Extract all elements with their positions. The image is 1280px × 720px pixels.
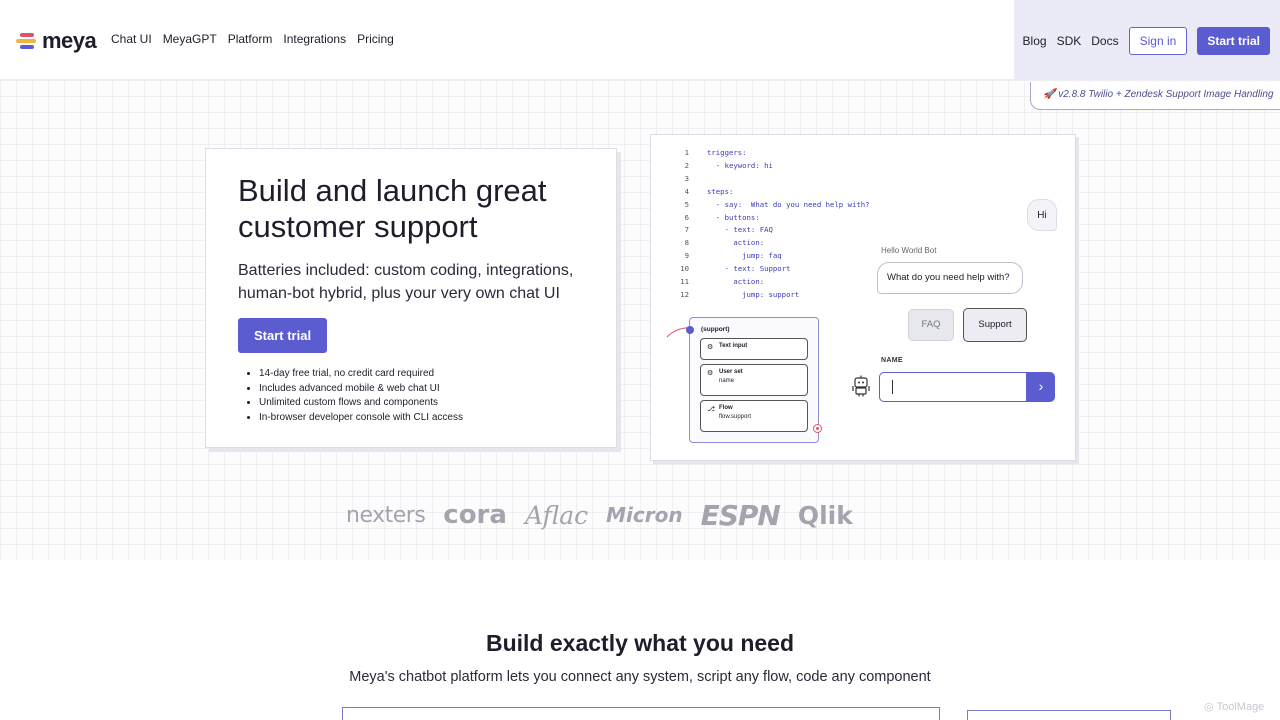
line-number: 6 xyxy=(684,212,689,222)
code-text: - buttons: xyxy=(707,212,760,222)
logo-qlik: Qlik xyxy=(797,500,853,530)
nav-start-trial-button[interactable]: Start trial xyxy=(1197,27,1270,55)
code-line: 9 jump: faq xyxy=(669,250,870,263)
flow-step-user-set[interactable]: ⚙ User set name xyxy=(700,364,808,396)
line-number: 7 xyxy=(684,225,689,235)
line-number: 10 xyxy=(680,264,689,274)
code-text: steps: xyxy=(707,186,734,196)
feature-panel-right xyxy=(967,710,1171,720)
nav-link-meyagpt[interactable]: MeyaGPT xyxy=(163,32,217,46)
hero-start-trial-button[interactable]: Start trial xyxy=(238,318,328,353)
watermark-icon: ◎ xyxy=(1204,701,1214,713)
code-line: 11 action: xyxy=(669,276,870,289)
code-line: 10 - text: Support xyxy=(669,263,870,276)
nav-link-sdk[interactable]: SDK xyxy=(1057,34,1082,48)
logo-cora: cora xyxy=(443,500,507,530)
nav-link-platform[interactable]: Platform xyxy=(228,32,273,46)
nav-link-chat-ui[interactable]: Chat UI xyxy=(111,32,152,46)
feature-item: 14-day free trial, no credit card requir… xyxy=(259,367,463,382)
name-input[interactable] xyxy=(879,372,1027,402)
robot-icon xyxy=(852,375,870,397)
brand-logo[interactable]: meya xyxy=(16,28,97,54)
logo-nexters: nexters xyxy=(346,502,426,528)
code-text: jump: faq xyxy=(707,251,782,261)
watermark: ◎ ToolMage xyxy=(1204,700,1265,714)
section-subtitle: Meya's chatbot platform lets you connect… xyxy=(349,669,931,685)
bot-name: Hello World Bot xyxy=(881,246,937,255)
code-editor: 1 triggers: 2 - keyword: hi 3 4 steps: 5 - say… xyxy=(669,147,870,302)
primary-nav: Chat UI MeyaGPT Platform Integrations Pr… xyxy=(111,32,394,46)
demo-card: 1 triggers: 2 - keyword: hi 3 4 steps: 5 - say… xyxy=(650,134,1076,461)
line-number: 11 xyxy=(680,277,689,287)
code-text: - keyword: hi xyxy=(707,160,773,170)
nav-link-docs[interactable]: Docs xyxy=(1091,34,1118,48)
hero-feature-list: 14-day free trial, no credit card requir… xyxy=(259,367,463,426)
flow-diagram: (support) ⚙ Text input ⚙ User set name ⎇… xyxy=(689,317,819,443)
feature-item: In-browser developer console with CLI ac… xyxy=(259,411,463,426)
feature-item: Unlimited custom flows and components xyxy=(259,396,463,411)
bot-message-bubble: What do you need help with? xyxy=(877,262,1023,294)
line-number: 1 xyxy=(684,148,689,157)
code-line: 1 triggers: xyxy=(669,147,870,160)
code-line: 7 - text: FAQ xyxy=(669,224,870,237)
line-number: 9 xyxy=(684,251,689,261)
hero-grid-background xyxy=(0,80,1280,560)
flow-icon: ⎇ xyxy=(707,406,716,413)
line-number: 3 xyxy=(684,173,689,183)
nav-link-integrations[interactable]: Integrations xyxy=(283,32,346,46)
input-label: NAME xyxy=(881,357,903,364)
code-text: action: xyxy=(707,277,765,287)
user-message-bubble: Hi xyxy=(1027,199,1057,231)
hero-subtitle: Batteries included: custom coding, integ… xyxy=(238,262,574,302)
code-line: 2 - keyword: hi xyxy=(669,160,870,173)
top-nav: meya Chat UI MeyaGPT Platform Integratio… xyxy=(0,0,1280,80)
brand-name: meya xyxy=(42,28,97,53)
flow-title: (support) xyxy=(701,326,730,333)
nav-link-pricing[interactable]: Pricing xyxy=(357,32,394,46)
text-caret xyxy=(892,380,893,394)
text-input-icon: ⚙ xyxy=(707,344,714,351)
code-text: - text: FAQ xyxy=(707,225,773,235)
logo-aflac: Aflac xyxy=(524,500,589,530)
line-number: 2 xyxy=(684,160,689,170)
feature-panel-left xyxy=(342,707,940,720)
code-line: 4 steps: xyxy=(669,186,870,199)
flow-output-port[interactable] xyxy=(813,424,822,433)
line-number: 8 xyxy=(684,238,689,248)
section-title: Build exactly what you need xyxy=(485,630,795,656)
hero-card: Build and launch great customer support … xyxy=(205,148,617,448)
code-line: 8 action: xyxy=(669,237,870,250)
code-text: - text: Support xyxy=(707,264,791,274)
code-text: triggers: xyxy=(707,148,747,157)
version-release-badge[interactable]: 🚀 v2.8.8 Twilio + Zendesk Support Image … xyxy=(1030,82,1280,110)
secondary-nav: Blog SDK Docs Sign in Start trial xyxy=(1023,27,1270,55)
chevron-right-icon: › xyxy=(1038,378,1044,394)
user-set-icon: ⚙ xyxy=(707,370,714,377)
hero-title: Build and launch great customer support xyxy=(238,173,547,244)
feature-item: Includes advanced mobile & web chat UI xyxy=(259,382,463,397)
line-number: 12 xyxy=(680,289,689,299)
logo-micron: Micron xyxy=(606,503,683,527)
logo-espn: ESPN xyxy=(700,498,781,532)
code-line: 12 jump: support xyxy=(669,289,870,302)
customer-logos: nexters cora Aflac Micron ESPN Qlik xyxy=(346,498,936,532)
code-text: action: xyxy=(707,238,765,248)
line-number: 4 xyxy=(684,186,689,196)
code-text: - say: What do you need help with? xyxy=(707,199,870,209)
code-text: jump: support xyxy=(707,289,800,299)
sign-in-button[interactable]: Sign in xyxy=(1128,27,1188,55)
flow-step-text-input[interactable]: ⚙ Text input xyxy=(700,338,808,360)
code-line: 5 - say: What do you need help with? xyxy=(669,199,870,212)
support-quick-reply-button[interactable]: Support xyxy=(963,308,1027,342)
code-line: 3 xyxy=(669,173,870,186)
code-line: 6 - buttons: xyxy=(669,212,870,225)
faq-quick-reply-button[interactable]: FAQ xyxy=(908,309,954,341)
flow-input-port[interactable] xyxy=(686,326,694,334)
nav-link-blog[interactable]: Blog xyxy=(1023,34,1047,48)
meya-logo-icon xyxy=(16,30,38,52)
send-button[interactable]: › xyxy=(1027,372,1055,402)
flow-step-flow[interactable]: ⎇ Flow flow.support xyxy=(700,400,808,432)
line-number: 5 xyxy=(684,199,689,209)
